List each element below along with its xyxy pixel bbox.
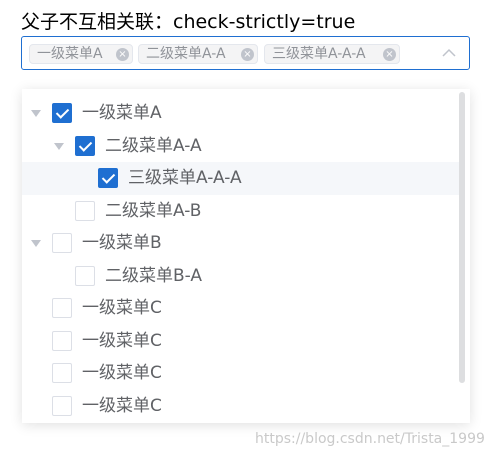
tree-node[interactable]: 二级菜单A-A — [22, 130, 462, 163]
tree-node-label: 三级菜单A-A-A — [128, 168, 242, 188]
tree-node-checkbox[interactable] — [75, 266, 95, 286]
tree-node-label: 一级菜单C — [82, 363, 162, 383]
tree-node-checkbox[interactable] — [52, 298, 72, 318]
tree-node[interactable]: 一级菜单C — [22, 292, 462, 325]
tree-node-label: 二级菜单A-B — [105, 201, 202, 221]
caret-down-icon[interactable] — [54, 143, 64, 150]
tree-node[interactable]: 一级菜单A — [22, 97, 462, 130]
tree-node[interactable]: 二级菜单B-A — [22, 260, 462, 293]
tree-dropdown: 一级菜单A 二级菜单A-A 三级菜单A-A-A 二级菜单A-B 一级菜单B 二级… — [22, 89, 470, 423]
tree-node-checkbox[interactable] — [52, 331, 72, 351]
tag-close-icon[interactable]: × — [383, 48, 396, 61]
tree-node-checkbox[interactable] — [52, 396, 72, 416]
tree-node-label: 一级菜单A — [82, 103, 162, 123]
page-title: 父子不互相关联：check-strictly=true — [21, 11, 356, 33]
tree-node[interactable]: 一级菜单B — [22, 227, 462, 260]
tree-node-checkbox[interactable] — [98, 168, 118, 188]
tree-node-label: 二级菜单B-A — [105, 266, 203, 286]
tree-node-label: 二级菜单A-A — [105, 136, 202, 156]
selected-tag: 三级菜单A-A-A × — [264, 44, 400, 64]
caret-down-icon[interactable] — [31, 240, 41, 247]
tree-node[interactable]: 一级菜单C — [22, 325, 462, 358]
watermark-text: https://blog.csdn.net/Trista_1999 — [255, 431, 485, 447]
tree-node-label: 一级菜单C — [82, 331, 162, 351]
tree-node-label: 一级菜单C — [82, 396, 162, 416]
caret-down-icon[interactable] — [31, 110, 41, 117]
arrow-up-icon[interactable] — [442, 48, 456, 58]
selected-tag-label: 三级菜单A-A-A — [272, 46, 366, 62]
tag-close-icon[interactable]: × — [241, 48, 254, 61]
selected-tag-label: 二级菜单A-A — [146, 46, 226, 62]
selected-tag-label: 一级菜单A — [37, 46, 103, 62]
tree-node-checkbox[interactable] — [52, 103, 72, 123]
tree-node[interactable]: 一级菜单C — [22, 390, 462, 423]
tree-node-checkbox[interactable] — [52, 233, 72, 253]
tree-node-checkbox[interactable] — [75, 136, 95, 156]
dropdown-scrollbar[interactable] — [459, 92, 465, 383]
tree-node-checkbox[interactable] — [52, 363, 72, 383]
tree-node-checkbox[interactable] — [75, 201, 95, 221]
selected-tag: 一级菜单A × — [29, 44, 133, 64]
tree-node-label: 一级菜单C — [82, 298, 162, 318]
tag-close-icon[interactable]: × — [116, 48, 129, 61]
tree-node[interactable]: 二级菜单A-B — [22, 195, 462, 228]
tree-select-input[interactable]: 一级菜单A × 二级菜单A-A × 三级菜单A-A-A × — [21, 36, 470, 70]
tree-node[interactable]: 三级菜单A-A-A — [22, 162, 462, 195]
selected-tag: 二级菜单A-A × — [138, 44, 258, 64]
tree-node-label: 一级菜单B — [82, 233, 162, 253]
tree-node[interactable]: 一级菜单C — [22, 357, 462, 390]
